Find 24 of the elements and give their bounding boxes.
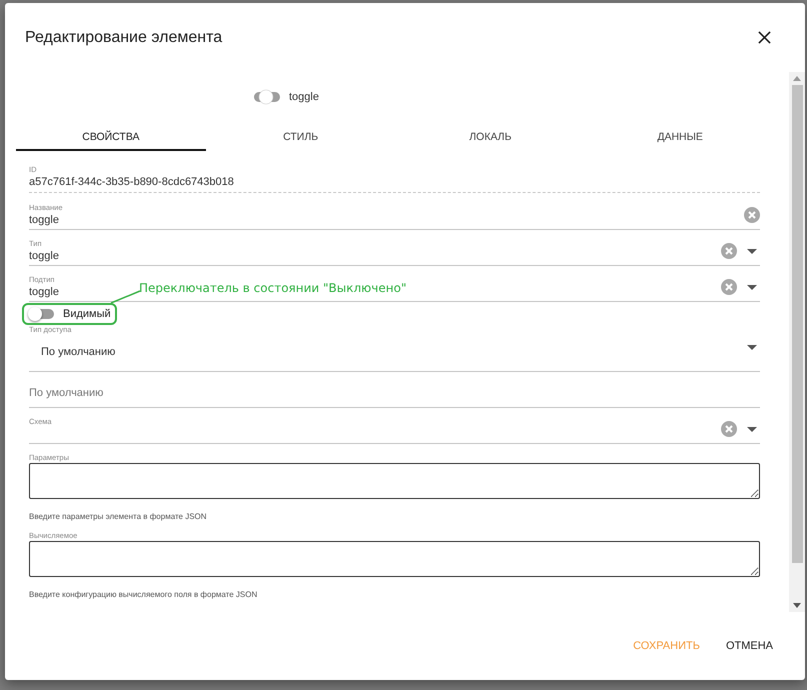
caret-icon[interactable] xyxy=(747,344,757,350)
scrollbar-thumb[interactable] xyxy=(792,85,802,563)
caret-icon[interactable] xyxy=(747,248,757,254)
visible-switch[interactable]: Видимый xyxy=(30,304,760,324)
input-field[interactable] xyxy=(29,541,760,577)
close-icon[interactable] xyxy=(758,31,771,44)
annotation-text: Переключатель в состоянии "Выключено" xyxy=(139,281,406,295)
tab[interactable]: ЛОКАЛЬ xyxy=(396,123,586,151)
field-hint: Введите параметры элемента в формате JSON xyxy=(29,512,208,521)
scroll-down-icon[interactable] xyxy=(793,603,801,608)
leader-line xyxy=(110,290,141,304)
tab[interactable]: СВОЙСТВА xyxy=(16,123,206,151)
tab[interactable]: ДАННЫЕ xyxy=(585,123,775,151)
field-hint: Введите конфигурацию вычисляемого поля в формате JSON xyxy=(29,590,258,599)
dialog-title: Редактирование элемента xyxy=(25,28,222,46)
cancel-button[interactable]: ОТМЕНА xyxy=(716,634,783,658)
input-field[interactable] xyxy=(29,463,760,499)
tab[interactable]: СТИЛЬ xyxy=(206,123,396,151)
component-name: toggle xyxy=(289,91,319,103)
toggle-icon xyxy=(253,89,281,105)
caret-icon[interactable] xyxy=(747,426,757,432)
input-field[interactable]: По умолчанию xyxy=(29,387,760,399)
scrollbar[interactable] xyxy=(789,72,805,612)
caret-icon[interactable] xyxy=(747,284,757,290)
